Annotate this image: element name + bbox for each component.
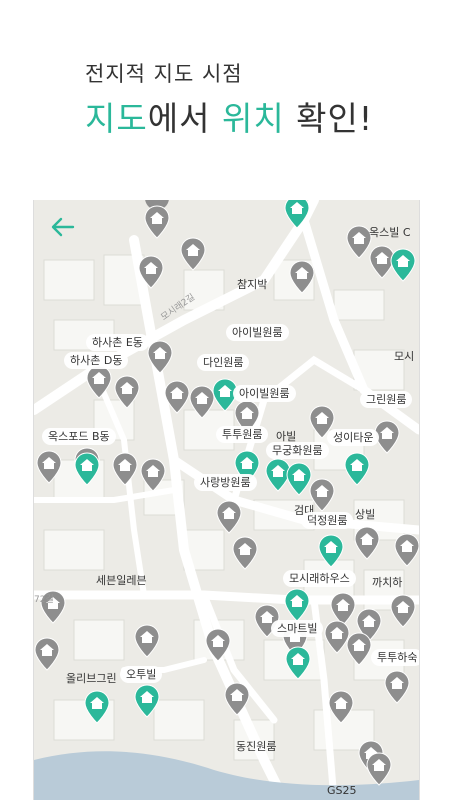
house-pin-icon[interactable]	[144, 205, 170, 239]
house-pin-icon[interactable]	[180, 237, 206, 271]
house-pin-highlight-icon[interactable]	[390, 248, 416, 282]
house-pin-icon[interactable]	[354, 526, 380, 560]
house-pin-icon[interactable]	[289, 260, 315, 294]
house-pin-icon[interactable]	[112, 452, 138, 486]
map-label: 올리브그린	[66, 672, 117, 685]
map-label: 까치하	[372, 576, 403, 589]
map-label: 무궁화원룸	[266, 442, 329, 459]
house-pin-highlight-icon[interactable]	[286, 462, 312, 496]
house-pin-icon[interactable]	[86, 365, 112, 399]
house-pin-icon[interactable]	[114, 375, 140, 409]
promo-title: 지도에서 위치 확인!	[85, 92, 373, 140]
promo-header: 전지적 지도 시점 지도에서 위치 확인!	[0, 0, 450, 200]
map-label: 동진원룸	[236, 740, 277, 753]
map-label: 참지박	[237, 278, 268, 291]
house-pin-icon[interactable]	[394, 533, 420, 567]
map-label: 스마트빌	[271, 620, 324, 637]
promo-title-end: 확인!	[284, 99, 374, 138]
house-pin-icon[interactable]	[138, 255, 164, 289]
map-label: 모시	[394, 350, 415, 363]
map-label: 투투하숙	[371, 649, 419, 666]
promo-title-mid: 에서	[147, 99, 222, 138]
promo-subtitle: 전지적 지도 시점	[85, 62, 243, 86]
house-pin-icon[interactable]	[366, 752, 392, 786]
map-label: 오투빌	[120, 666, 163, 683]
map-label: 덕정원룸	[301, 512, 354, 529]
house-pin-icon[interactable]	[390, 594, 416, 628]
house-pin-highlight-icon[interactable]	[318, 534, 344, 568]
house-pin-highlight-icon[interactable]	[84, 690, 110, 724]
map-label: 사랑방원룸	[194, 474, 257, 491]
promo-title-highlight-location: 위치	[221, 99, 285, 138]
house-pin-icon[interactable]	[346, 632, 372, 666]
map-label: 투투원룸	[216, 426, 269, 443]
house-pin-icon[interactable]	[164, 380, 190, 414]
house-pin-icon[interactable]	[34, 637, 60, 671]
house-pin-icon[interactable]	[328, 690, 354, 724]
house-pin-highlight-icon[interactable]	[134, 684, 160, 718]
house-pin-icon[interactable]	[216, 500, 242, 534]
house-pin-icon[interactable]	[36, 450, 62, 484]
back-button[interactable]	[46, 210, 80, 244]
house-pin-icon[interactable]	[232, 536, 258, 570]
house-pin-highlight-icon[interactable]	[284, 588, 310, 622]
house-pin-icon[interactable]	[147, 340, 173, 374]
map-label: 다인원룸	[197, 354, 250, 371]
house-pin-icon[interactable]	[140, 458, 166, 492]
house-pin-icon[interactable]	[134, 624, 160, 658]
phone-screen: 옥스빌 C 참지박 아이빌원룸 하사촌 E동 하사촌 D동 다인원룸 모시 아이…	[33, 200, 420, 800]
map-label: 그린원룸	[360, 391, 413, 408]
map-label: 상빌	[355, 508, 376, 521]
map-label: 세븐일레븐	[96, 574, 147, 587]
house-pin-highlight-icon[interactable]	[285, 646, 311, 680]
map-label: 아이빌원룸	[233, 385, 296, 402]
map-label: 하사촌 E동	[86, 334, 149, 351]
map-label: 옥스빌 C	[369, 226, 411, 239]
map-label: 옥스포드 B동	[42, 428, 116, 445]
promo-title-highlight-map: 지도	[85, 99, 148, 138]
map-label: 모시래하우스	[283, 570, 356, 587]
map-label: GS25	[327, 784, 357, 797]
map-label: 아이빌원룸	[226, 324, 289, 341]
house-pin-icon[interactable]	[384, 670, 410, 704]
house-pin-highlight-icon[interactable]	[284, 200, 310, 229]
house-pin-highlight-icon[interactable]	[74, 452, 100, 486]
map-label: 하사촌 D동	[64, 352, 129, 369]
house-pin-icon[interactable]	[205, 628, 231, 662]
house-pin-icon[interactable]	[224, 682, 250, 716]
map-label: 성이타운	[327, 429, 380, 446]
house-pin-highlight-icon[interactable]	[344, 452, 370, 486]
road-label: 72길	[34, 595, 54, 605]
